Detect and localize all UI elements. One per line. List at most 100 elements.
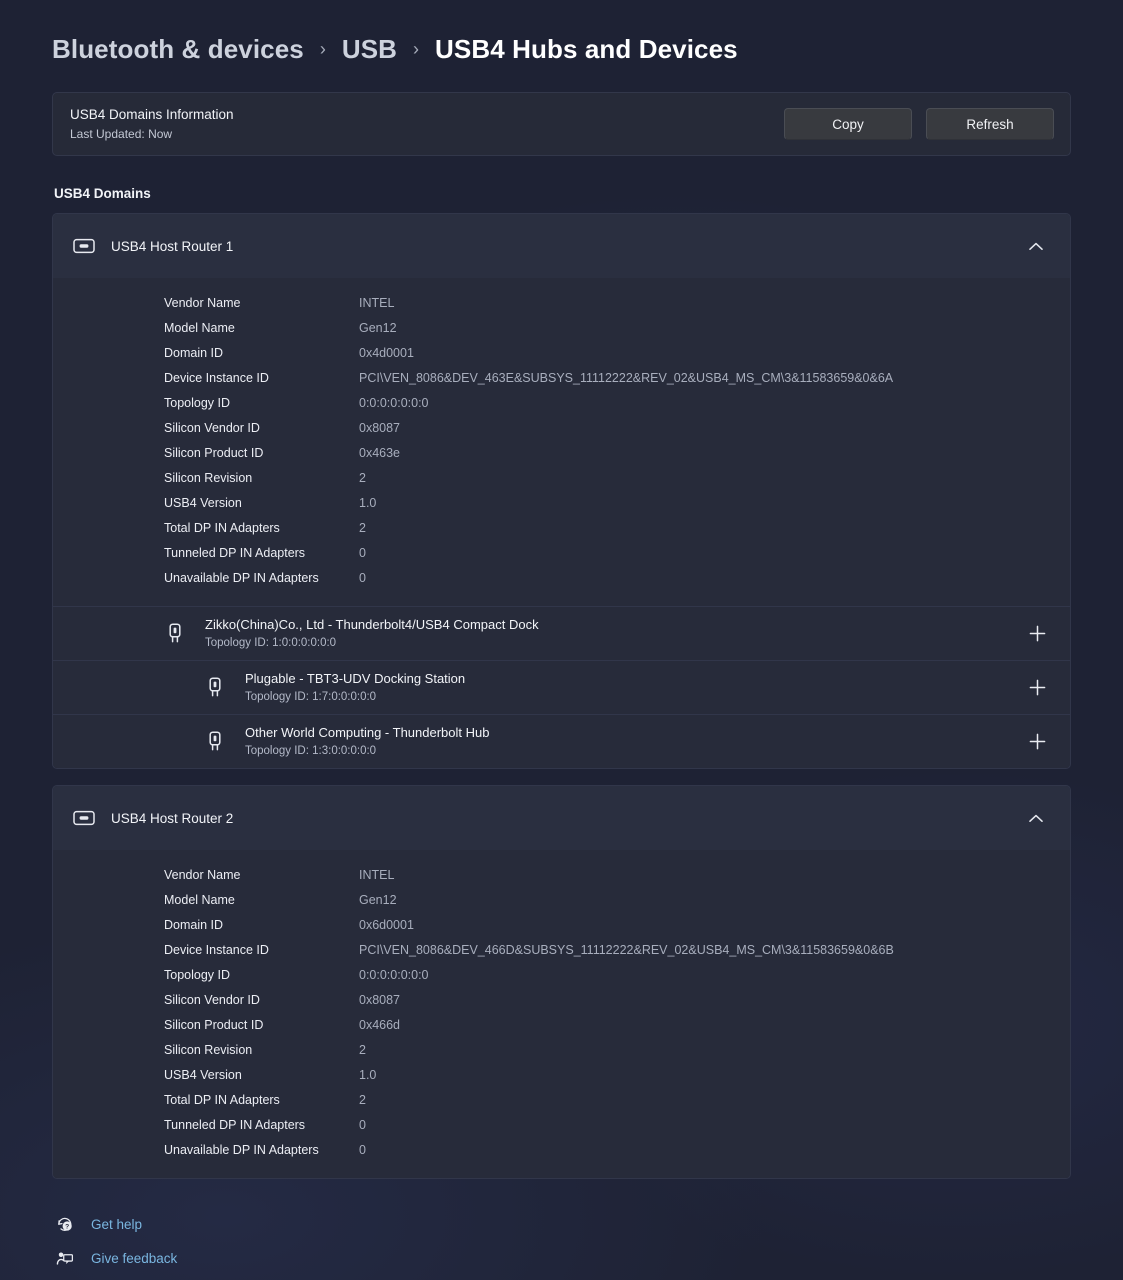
property-value: 1.0 (359, 1067, 377, 1082)
property-key: Vendor Name (164, 867, 241, 882)
property-row: Silicon Vendor ID 0x8087 (53, 415, 1070, 440)
property-key: USB4 Version (164, 495, 242, 510)
get-help-label: Get help (91, 1216, 143, 1232)
usb4-domains-list: USB4 Host Router 1 Vendor Name INTEL Model … (52, 213, 1071, 1179)
device-topology-label: Topology ID: (205, 637, 269, 649)
property-key: USB4 Version (164, 1067, 242, 1082)
svg-text:?: ? (65, 1224, 69, 1231)
usb4-device-row[interactable]: Other World Computing - Thunderbolt Hub T… (53, 714, 1070, 768)
last-updated-label: Last Updated: (70, 127, 145, 141)
chevron-up-icon[interactable] (1020, 230, 1052, 262)
domains-info-title: USB4 Domains Information (70, 107, 234, 122)
breadcrumb-separator-icon: › (413, 38, 420, 59)
property-value: 0x466d (359, 1017, 401, 1032)
router-title: USB4 Host Router 2 (111, 810, 234, 826)
usb-plug-icon (203, 676, 227, 699)
device-texts: Other World Computing - Thunderbolt Hub T… (245, 724, 1022, 759)
breadcrumb-separator-icon: › (319, 38, 326, 59)
property-row: Silicon Product ID 0x463e (53, 440, 1070, 465)
usb-port-icon (73, 238, 101, 254)
usb-plug-icon (163, 622, 187, 645)
plus-icon[interactable] (1022, 727, 1052, 757)
property-key: Total DP IN Adapters (164, 1092, 280, 1107)
router-title: USB4 Host Router 1 (111, 238, 234, 254)
copy-button[interactable]: Copy (784, 108, 912, 140)
property-key: Domain ID (164, 917, 224, 932)
property-row: Vendor Name INTEL (53, 290, 1070, 315)
property-value: INTEL (359, 867, 395, 882)
property-key: Silicon Revision (164, 1042, 253, 1057)
breadcrumb-item-usb[interactable]: USB (342, 34, 397, 65)
property-value: INTEL (359, 295, 395, 310)
property-value: 0 (359, 570, 366, 585)
property-row: Total DP IN Adapters 2 (53, 1087, 1070, 1112)
breadcrumb: Bluetooth & devices › USB › USB4 Hubs an… (52, 0, 1071, 92)
property-value: 0x6d0001 (359, 917, 414, 932)
device-texts: Zikko(China)Co., Ltd - Thunderbolt4/USB4… (205, 616, 1022, 651)
device-topology-value: 1:0:0:0:0:0:0 (272, 637, 337, 649)
property-key: Device Instance ID (164, 370, 269, 385)
footer-links: ? Get help Give feedback (52, 1207, 1071, 1275)
settings-page: Bluetooth & devices › USB › USB4 Hubs an… (0, 0, 1123, 1275)
usb4-device-row[interactable]: Zikko(China)Co., Ltd - Thunderbolt4/USB4… (53, 606, 1070, 660)
property-row: Device Instance ID PCI\VEN_8086&DEV_463E&… (53, 365, 1070, 390)
plus-icon[interactable] (1022, 673, 1052, 703)
property-row: USB4 Version 1.0 (53, 1062, 1070, 1087)
device-name: Zikko(China)Co., Ltd - Thunderbolt4/USB4… (205, 617, 539, 632)
usb-port-icon (73, 810, 101, 826)
property-row: Tunneled DP IN Adapters 0 (53, 540, 1070, 565)
property-row: Unavailable DP IN Adapters 0 (53, 565, 1070, 590)
plus-icon[interactable] (1022, 619, 1052, 649)
last-updated: Last Updated: Now (70, 126, 784, 143)
property-key: Topology ID (164, 395, 231, 410)
feedback-icon (55, 1249, 75, 1267)
domains-info-card: USB4 Domains Information Last Updated: N… (52, 92, 1071, 156)
property-value: 0x463e (359, 445, 401, 460)
router-header[interactable]: USB4 Host Router 2 (53, 786, 1070, 850)
info-card-actions: Copy Refresh (784, 108, 1054, 140)
property-value: 2 (359, 1092, 366, 1107)
property-row: Domain ID 0x4d0001 (53, 340, 1070, 365)
property-value: 0 (359, 1117, 366, 1132)
device-topology-label: Topology ID: (245, 745, 309, 757)
usb4-host-router-card: USB4 Host Router 1 Vendor Name INTEL Model … (52, 213, 1071, 769)
device-topology: Topology ID: 1:3:0:0:0:0:0 (245, 743, 1022, 759)
property-row: Domain ID 0x6d0001 (53, 912, 1070, 937)
device-texts: Plugable - TBT3-UDV Docking Station Topol… (245, 670, 1022, 705)
device-name: Other World Computing - Thunderbolt Hub (245, 725, 490, 740)
property-value: 2 (359, 470, 366, 485)
property-value: 0 (359, 545, 366, 560)
get-help-link[interactable]: ? Get help (55, 1207, 1071, 1241)
usb4-host-router-card: USB4 Host Router 2 Vendor Name INTEL Model … (52, 785, 1071, 1179)
property-row: Topology ID 0:0:0:0:0:0:0 (53, 390, 1070, 415)
property-row: Total DP IN Adapters 2 (53, 515, 1070, 540)
refresh-button[interactable]: Refresh (926, 108, 1054, 140)
property-value: Gen12 (359, 892, 397, 907)
property-value: 0x4d0001 (359, 345, 414, 360)
device-topology-value: 1:3:0:0:0:0:0 (312, 745, 377, 757)
property-key: Device Instance ID (164, 942, 269, 957)
breadcrumb-item-bluetooth-devices[interactable]: Bluetooth & devices (52, 34, 304, 65)
router-header[interactable]: USB4 Host Router 1 (53, 214, 1070, 278)
property-row: Silicon Vendor ID 0x8087 (53, 987, 1070, 1012)
chevron-up-icon[interactable] (1020, 802, 1052, 834)
property-key: Silicon Vendor ID (164, 420, 260, 435)
property-row: Silicon Revision 2 (53, 1037, 1070, 1062)
property-key: Total DP IN Adapters (164, 520, 280, 535)
usb4-device-row[interactable]: Plugable - TBT3-UDV Docking Station Topol… (53, 660, 1070, 714)
router-properties: Vendor Name INTEL Model Name Gen12 Domain ID… (53, 278, 1070, 606)
usb-plug-icon (203, 730, 227, 753)
property-key: Model Name (164, 892, 235, 907)
property-key: Tunneled DP IN Adapters (164, 545, 306, 560)
property-value: 0x8087 (359, 420, 401, 435)
property-row: Silicon Revision 2 (53, 465, 1070, 490)
give-feedback-label: Give feedback (91, 1250, 178, 1266)
property-key: Unavailable DP IN Adapters (164, 1142, 319, 1157)
last-updated-value: Now (148, 127, 173, 141)
give-feedback-link[interactable]: Give feedback (55, 1241, 1071, 1275)
section-heading-usb4-domains: USB4 Domains (54, 186, 151, 201)
property-row: Model Name Gen12 (53, 315, 1070, 340)
property-value: 0:0:0:0:0:0:0 (359, 395, 429, 410)
property-row: Unavailable DP IN Adapters 0 (53, 1137, 1070, 1162)
help-icon: ? (55, 1215, 75, 1233)
